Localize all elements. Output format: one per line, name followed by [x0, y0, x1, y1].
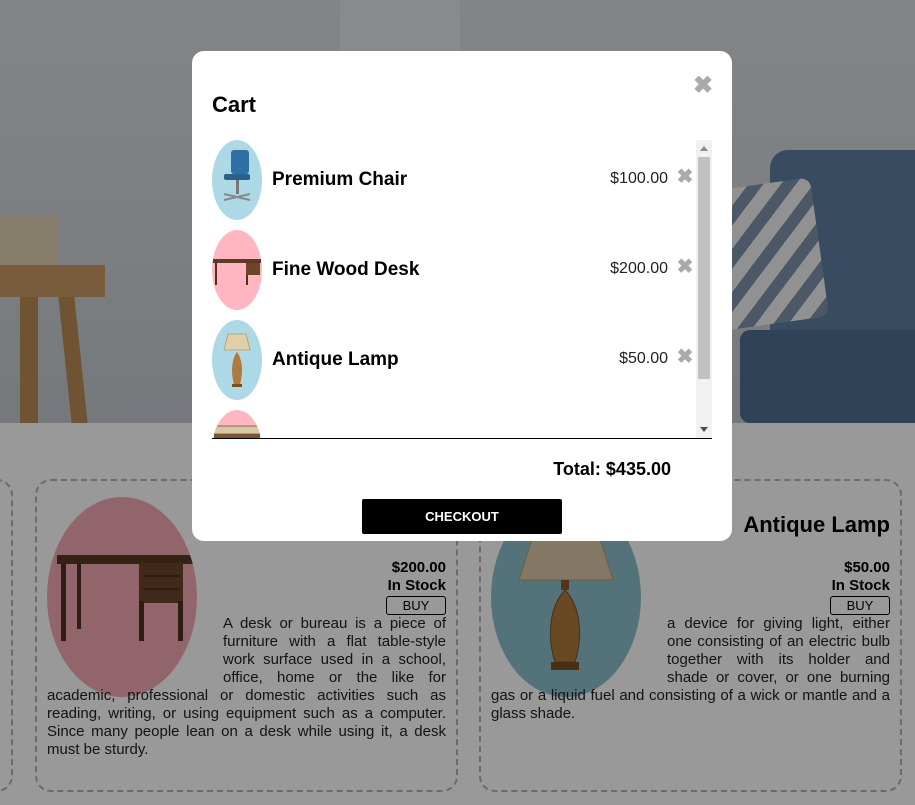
scroll-up-arrow-icon[interactable] — [700, 146, 708, 151]
chair-image — [212, 140, 262, 220]
cart-title: Cart — [212, 92, 257, 117]
desk-image — [212, 230, 262, 310]
checkout-button[interactable]: CHECKOUT — [362, 499, 562, 534]
table-image — [212, 410, 262, 438]
cart-item-price: $50.00 — [619, 350, 668, 367]
cart-item: Fine Wood Desk $200.00 ✖ — [212, 230, 696, 310]
cart-modal: ✖ Cart Premium Chair $100.00 ✖ Fine Wood… — [192, 51, 732, 541]
remove-item-icon[interactable]: ✖ — [676, 257, 694, 277]
cart-item-name: Premium Chair — [272, 169, 408, 190]
cart-item: Antique Lamp $50.00 ✖ — [212, 320, 696, 400]
lamp-image — [212, 320, 262, 400]
remove-item-icon[interactable]: ✖ — [676, 167, 694, 187]
cart-item-name: Fine Wood Desk — [272, 259, 420, 280]
cart-scrollbar[interactable] — [696, 140, 712, 438]
remove-item-icon[interactable]: ✖ — [676, 347, 694, 367]
cart-total: Total: $435.00 — [553, 459, 671, 479]
cart-item: Premium Chair $100.00 ✖ — [212, 140, 696, 220]
close-icon[interactable]: ✖ — [692, 74, 714, 98]
cart-item — [212, 410, 696, 438]
cart-item-list: Premium Chair $100.00 ✖ Fine Wood Desk $… — [212, 140, 712, 439]
scrollbar-thumb[interactable] — [698, 157, 710, 379]
cart-item-price: $100.00 — [610, 170, 668, 187]
cart-item-price: $200.00 — [610, 260, 668, 277]
cart-item-name: Antique Lamp — [272, 349, 399, 370]
scroll-down-arrow-icon[interactable] — [700, 427, 708, 432]
